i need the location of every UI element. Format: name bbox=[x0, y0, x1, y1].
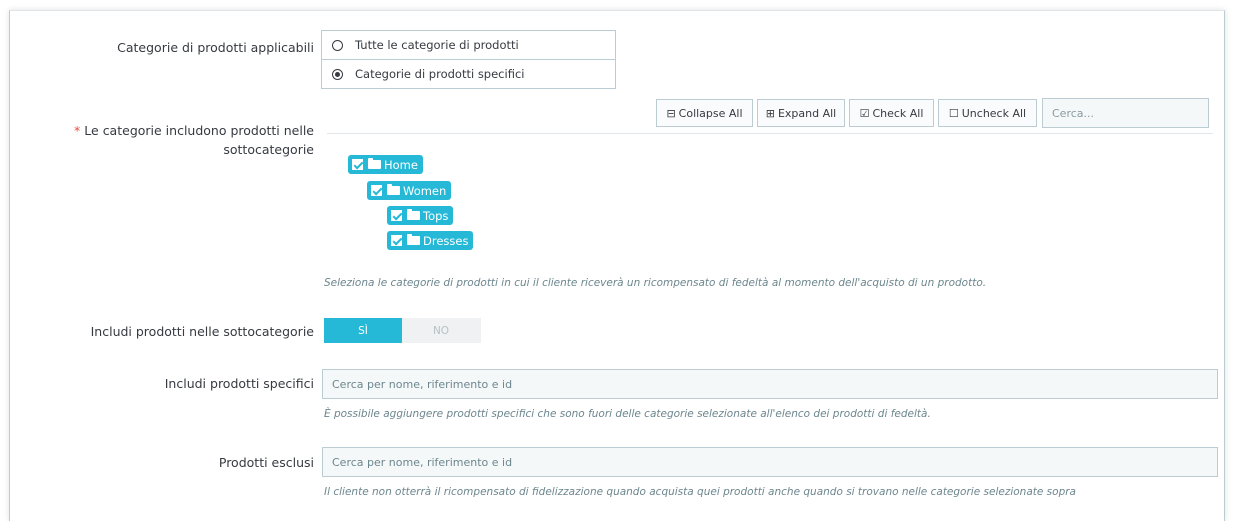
applicable-categories-radio-group: Tutte le categorie di prodotti Categorie… bbox=[321, 30, 616, 89]
radio-button[interactable] bbox=[332, 39, 343, 51]
applicable-categories-label: Categorie di prodotti applicabili bbox=[117, 40, 314, 55]
excluded-products-input[interactable] bbox=[322, 447, 1218, 477]
folder-icon bbox=[407, 234, 420, 245]
collapse-all-label: Collapse All bbox=[678, 106, 743, 120]
required-mark: * bbox=[74, 123, 81, 138]
excluded-products-help: Il cliente non otterrà il ricompensato d… bbox=[324, 486, 1076, 498]
tree-item-tops[interactable]: Tops bbox=[387, 206, 454, 225]
category-tree-label: * Le categorie includono prodotti nelle bbox=[74, 123, 314, 138]
tree-search-input[interactable] bbox=[1042, 98, 1209, 128]
excluded-products-label: Prodotti esclusi bbox=[218, 455, 314, 470]
tree-item-dresses[interactable]: Dresses bbox=[387, 231, 474, 250]
checkbox-checked[interactable] bbox=[352, 159, 363, 170]
folder-open-icon bbox=[387, 184, 400, 195]
minus-square-icon: ⊟ bbox=[666, 106, 676, 120]
category-tree-label-line1: Le categorie includono prodotti nelle bbox=[84, 123, 314, 138]
radio-label: Categorie di prodotti specifici bbox=[355, 67, 525, 81]
include-specific-label: Includi prodotti specifici bbox=[164, 376, 314, 391]
plus-square-icon: ⊞ bbox=[765, 106, 775, 120]
checkbox-checked[interactable] bbox=[391, 235, 402, 246]
tree-item-label: Women bbox=[403, 183, 447, 198]
radio-button-selected[interactable] bbox=[332, 68, 343, 80]
expand-all-label: Expand All bbox=[777, 106, 837, 120]
uncheck-all-button[interactable]: ☐ Uncheck All bbox=[938, 99, 1037, 127]
category-tree-help: Seleziona le categorie di prodotti in cu… bbox=[324, 277, 987, 289]
divider bbox=[327, 133, 1213, 134]
check-all-label: Check All bbox=[872, 106, 924, 120]
check-all-button[interactable]: ☑ Check All bbox=[849, 99, 934, 127]
folder-open-icon bbox=[368, 158, 381, 169]
switch-yes-option[interactable]: SÌ bbox=[324, 318, 402, 343]
tree-item-label: Tops bbox=[423, 208, 449, 223]
uncheck-all-label: Uncheck All bbox=[961, 106, 1027, 120]
folder-icon bbox=[407, 209, 420, 220]
check-square-icon: ☑ bbox=[859, 106, 870, 120]
category-tree-label-line2: sottocategorie bbox=[223, 142, 314, 157]
include-specific-help: È possibile aggiungere prodotti specific… bbox=[324, 408, 931, 420]
include-specific-input[interactable] bbox=[322, 369, 1218, 399]
expand-all-button[interactable]: ⊞ Expand All bbox=[757, 99, 845, 127]
include-subcategories-switch[interactable]: SÌ NO bbox=[324, 318, 481, 343]
switch-no-option[interactable]: NO bbox=[402, 318, 480, 343]
radio-label: Tutte le categorie di prodotti bbox=[355, 38, 519, 52]
checkbox-checked[interactable] bbox=[391, 210, 402, 221]
tree-item-home[interactable]: Home bbox=[348, 155, 423, 174]
tree-item-label: Home bbox=[384, 157, 418, 172]
collapse-all-button[interactable]: ⊟ Collapse All bbox=[656, 99, 753, 127]
tree-item-women[interactable]: Women bbox=[367, 181, 452, 200]
radio-specific-categories[interactable]: Categorie di prodotti specifici bbox=[322, 59, 615, 88]
square-icon: ☐ bbox=[948, 106, 959, 120]
tree-item-label: Dresses bbox=[423, 233, 469, 248]
include-subcategories-label: Includi prodotti nelle sottocategorie bbox=[90, 324, 314, 339]
radio-all-categories[interactable]: Tutte le categorie di prodotti bbox=[322, 31, 615, 59]
settings-panel bbox=[9, 10, 1225, 521]
checkbox-checked[interactable] bbox=[371, 185, 382, 196]
